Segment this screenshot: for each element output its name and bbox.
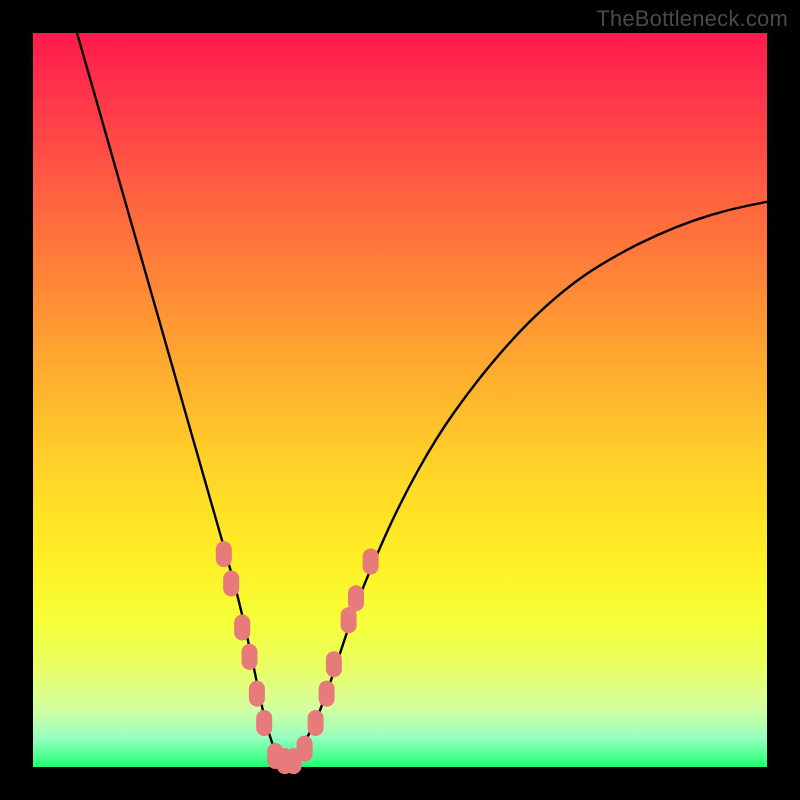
curve-marker (223, 571, 239, 597)
curve-marker (242, 644, 258, 670)
curve-svg (33, 33, 767, 767)
curve-marker (348, 585, 364, 611)
curve-marker (326, 651, 342, 677)
curve-marker (341, 607, 357, 633)
curve-marker (363, 549, 379, 575)
curve-marker (216, 541, 232, 567)
watermark-text: TheBottleneck.com (596, 6, 788, 32)
marker-layer (216, 541, 379, 774)
curve-marker (234, 615, 250, 641)
curve-marker (249, 681, 265, 707)
plot-area (33, 33, 767, 767)
curve-marker (297, 736, 313, 762)
chart-frame: TheBottleneck.com (0, 0, 800, 800)
curve-marker (308, 710, 324, 736)
bottleneck-curve (77, 33, 767, 760)
curve-marker (319, 681, 335, 707)
curve-marker (256, 710, 272, 736)
